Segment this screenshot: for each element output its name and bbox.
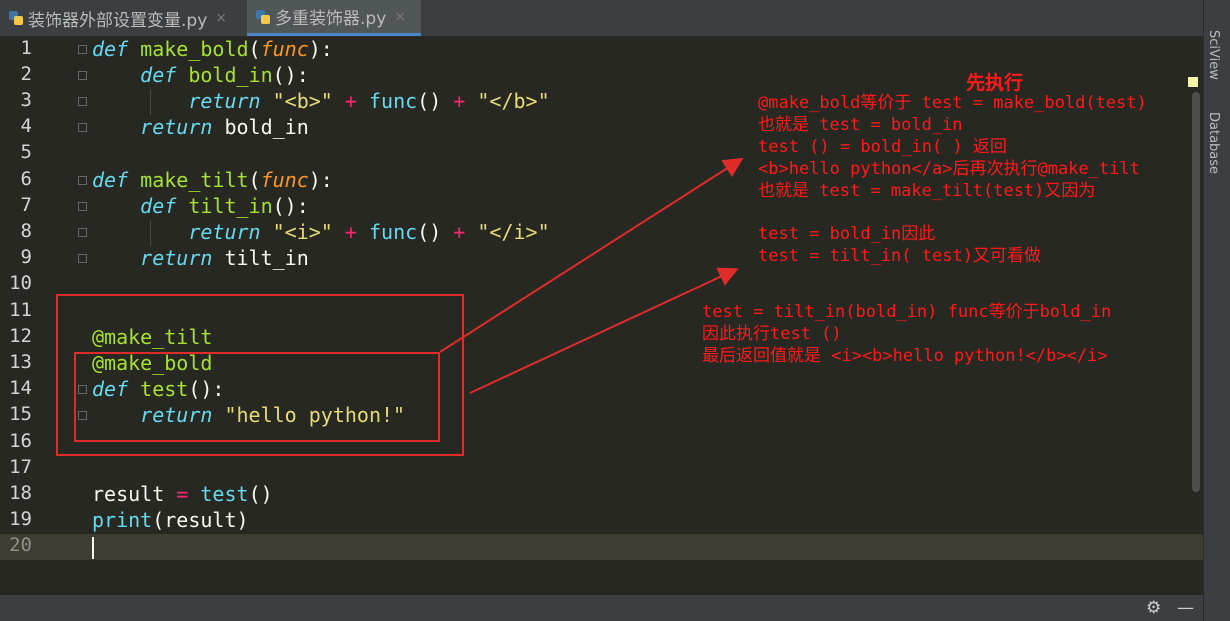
arrow-to-second-note (469, 267, 739, 394)
annotation-line: 也就是 test = make_tilt(test)又因为 (758, 181, 1096, 201)
annotation-line: test = bold_in因此 (758, 224, 936, 244)
arrow-to-first-note (439, 157, 744, 353)
annotation-line: @make_bold等价于 test = make_bold(test) (758, 93, 1147, 113)
annotation-line: test () = bold_in( ) 返回 (758, 137, 1007, 157)
annotation-line: 也就是 test = bold_in (758, 115, 963, 135)
annotation-line: test = tilt_in( test)又可看做 (758, 246, 1041, 266)
annotation-line: test = tilt_in(bold_in) func等价于bold_in (702, 302, 1112, 322)
annotation-title: 先执行 (966, 72, 1024, 94)
annotation-line: 最后返回值就是 <i><b>hello python!</b></i> (702, 346, 1108, 366)
annotation-line: <b>hello python</a>后再次执行@make_tilt (758, 159, 1140, 179)
annotation-line: 因此执行test () (702, 324, 842, 344)
